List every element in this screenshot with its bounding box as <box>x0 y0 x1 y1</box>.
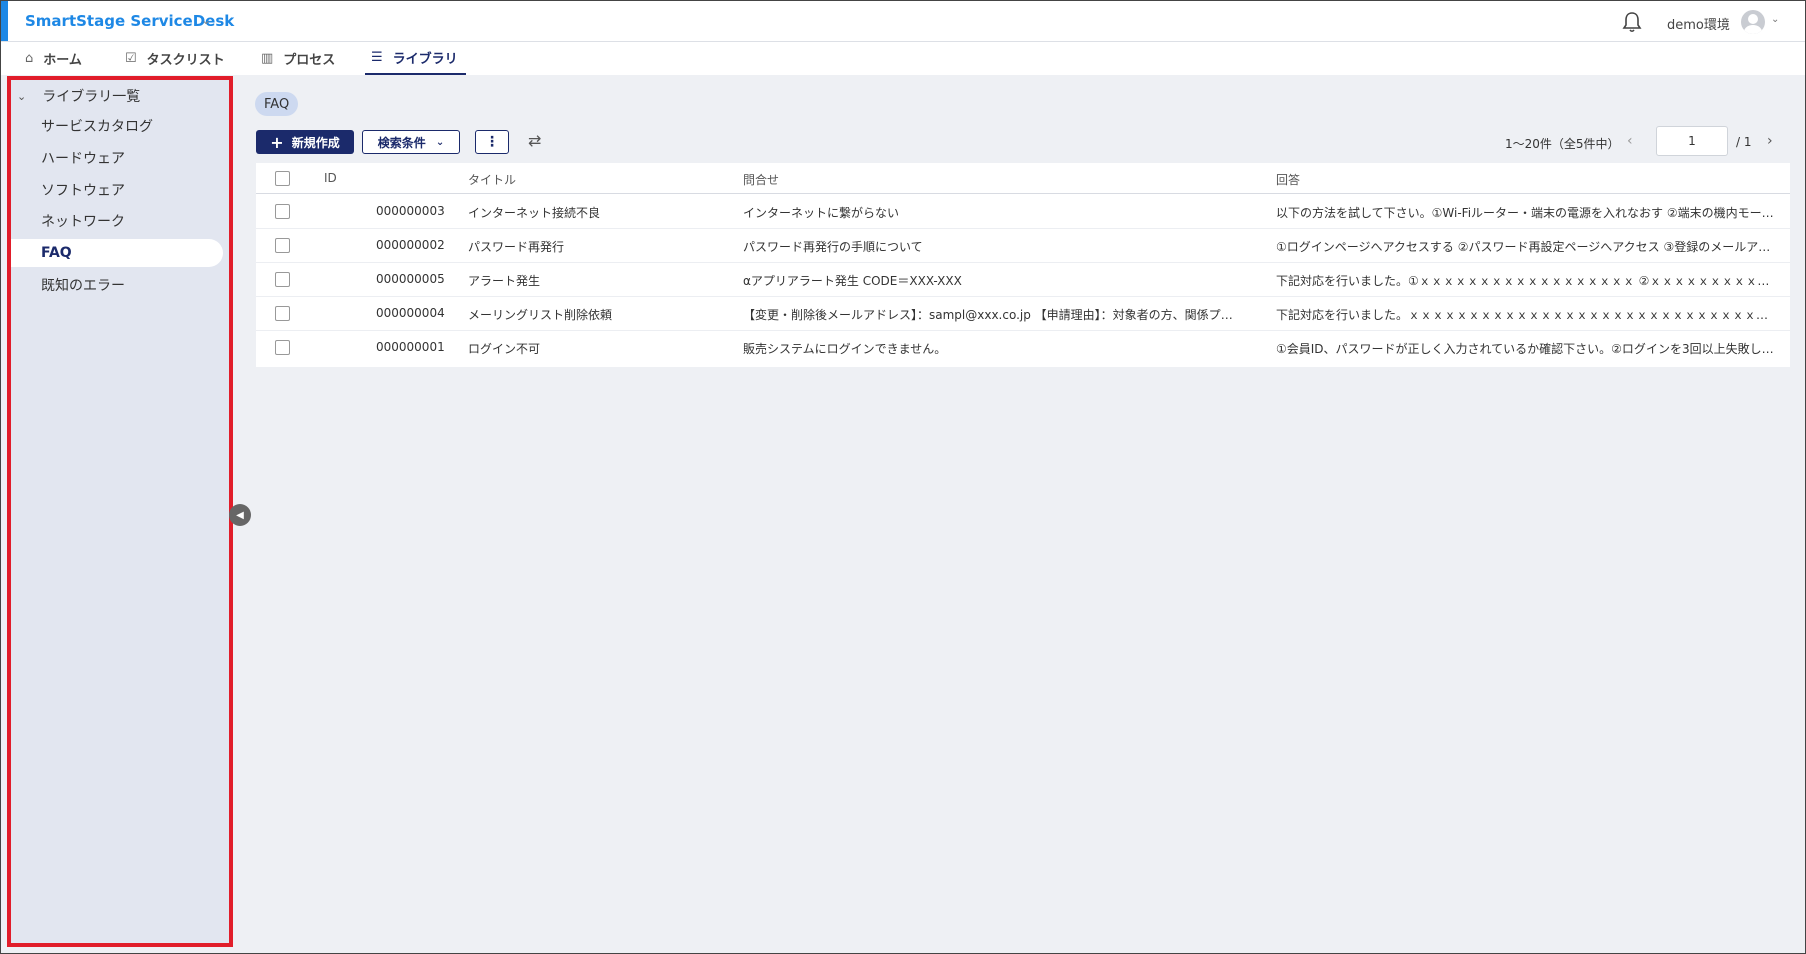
sidebar-root-label: ライブラリ一覧 <box>42 89 141 105</box>
row-inquiry: インターネットに繋がらない <box>743 206 900 220</box>
chevron-right-icon[interactable]: › <box>1767 133 1773 149</box>
table-row[interactable]: 000000003 インターネット接続不良 インターネットに繋がらない 以下の方… <box>256 194 1790 229</box>
app-header: SmartStage ServiceDesk ⌄ demo環境 ⌄ <box>1 1 1805 42</box>
column-header-title[interactable]: タイトル <box>468 171 516 188</box>
row-id: 000000001 <box>376 340 445 354</box>
row-checkbox[interactable] <box>275 238 290 253</box>
row-inquiry: αアプリアラート発生 CODE＝XXX-XXX <box>743 274 962 288</box>
chevron-down-icon[interactable]: ⌄ <box>1771 14 1779 25</box>
main-nav: ⌂ ホーム ☑ タスクリスト ▥ プロセス ☰ ライブラリ <box>1 42 1805 75</box>
avatar[interactable] <box>1741 10 1765 34</box>
sidebar-root[interactable]: ⌄ ライブラリ一覧 <box>17 86 140 106</box>
pager-total: / 1 <box>1736 135 1752 149</box>
building-icon: ▥ <box>261 50 274 66</box>
sidebar-item-faq[interactable]: FAQ <box>11 239 223 267</box>
pager-summary: 1〜20件（全5件中） <box>1505 137 1620 151</box>
row-id: 000000003 <box>376 204 445 218</box>
row-answer: ①ログインページへアクセスする ②パスワード再設定ページへアクセス ③登録のメー… <box>1276 240 1771 254</box>
row-inquiry: 販売システムにログインできません。 <box>743 342 947 356</box>
tab-label: タスクリスト <box>146 52 225 68</box>
bell-icon[interactable] <box>1622 11 1642 33</box>
tab-label: ライブラリ <box>392 52 458 67</box>
sidebar-item-network[interactable]: ネットワーク <box>11 207 223 235</box>
row-id: 000000002 <box>376 238 445 252</box>
table-row[interactable]: 000000001 ログイン不可 販売システムにログインできません。 ①会員ID… <box>256 330 1790 364</box>
row-title[interactable]: メーリングリスト削除依頼 <box>468 306 728 323</box>
library-sidebar: ⌄ ライブラリ一覧 サービスカタログ ハードウェア ソフトウェア ネットワーク … <box>7 76 233 947</box>
search-button-label: 検索条件 <box>377 135 426 150</box>
sidebar-item-hardware[interactable]: ハードウェア <box>11 144 223 172</box>
row-checkbox[interactable] <box>275 204 290 219</box>
row-answer: 以下の方法を試して下さい。①Wi-Fiルーター・端末の電源を入れなおす ②端末の… <box>1276 206 1776 220</box>
row-checkbox[interactable] <box>275 272 290 287</box>
tab-label: ホーム <box>43 52 82 68</box>
new-button[interactable]: + 新規作成 <box>256 130 354 154</box>
more-options-button[interactable]: ⋮ <box>475 130 509 154</box>
sidebar-item-software[interactable]: ソフトウェア <box>11 176 223 204</box>
chevron-down-icon: ⌄ <box>435 136 445 148</box>
environment-label: demo環境 <box>1667 18 1730 33</box>
chevron-left-icon[interactable]: ‹ <box>1627 133 1633 149</box>
table-row[interactable]: 000000004 メーリングリスト削除依頼 【変更・削除後メールアドレス】：s… <box>256 296 1790 331</box>
tab-tasklist[interactable]: ☑ タスクリスト <box>125 42 225 74</box>
row-inquiry: 【変更・削除後メールアドレス】：sampl@xxx.co.jp 【申請理由】：対… <box>743 308 1243 322</box>
row-id: 000000004 <box>376 306 445 320</box>
new-button-label: 新規作成 <box>291 135 340 150</box>
row-title[interactable]: アラート発生 <box>468 272 728 289</box>
row-answer: 下記対応を行いました。①ｘｘｘｘｘｘｘｘｘｘｘｘｘｘｘｘｘｘ ②ｘｘｘｘｘｘｘｘ… <box>1276 274 1770 288</box>
row-title[interactable]: インターネット接続不良 <box>468 204 728 221</box>
tab-home[interactable]: ⌂ ホーム <box>25 42 82 74</box>
row-id: 000000005 <box>376 272 445 286</box>
tab-library[interactable]: ☰ ライブラリ <box>365 42 466 75</box>
row-answer: ①会員ID、パスワードが正しく入力されているか確認下さい。②ログインを3回以上失… <box>1276 342 1774 356</box>
table-row[interactable]: 000000005 アラート発生 αアプリアラート発生 CODE＝XXX-XXX… <box>256 262 1790 297</box>
select-all-checkbox[interactable] <box>275 171 290 186</box>
row-answer: 下記対応を行いました。ｘｘｘｘｘｘｘｘｘｘｘｘｘｘｘｘｘｘｘｘｘｘｘｘｘｘｘｘｘ… <box>1276 308 1769 322</box>
brand-accent-bar <box>1 1 8 41</box>
page-number-input[interactable] <box>1656 126 1728 156</box>
search-conditions-button[interactable]: 検索条件 ⌄ <box>362 130 460 154</box>
swap-icon[interactable]: ⇄ <box>528 131 541 150</box>
row-inquiry: パスワード再発行の手順について <box>743 240 923 254</box>
column-header-answer[interactable]: 回答 <box>1276 171 1300 188</box>
row-checkbox[interactable] <box>275 306 290 321</box>
faq-table: ID タイトル 問合せ 回答 000000003 インターネット接続不良 インタ… <box>256 163 1790 367</box>
sidebar-item-known-errors[interactable]: 既知のエラー <box>11 271 223 299</box>
sidebar-item-service-catalog[interactable]: サービスカタログ <box>11 112 223 140</box>
chevron-down-icon: ⌄ <box>17 89 27 103</box>
collapse-sidebar-handle[interactable]: ◀ <box>229 504 251 526</box>
plus-icon: + <box>270 132 284 152</box>
row-title[interactable]: パスワード再発行 <box>468 238 728 255</box>
table-header: ID タイトル 問合せ 回答 <box>256 163 1790 194</box>
tab-label: プロセス <box>283 52 336 68</box>
column-header-inquiry[interactable]: 問合せ <box>743 171 779 188</box>
column-header-id[interactable]: ID <box>324 171 337 185</box>
category-chip: FAQ <box>255 92 299 116</box>
chevron-down-icon[interactable]: ⌄ <box>201 13 211 27</box>
tab-process[interactable]: ▥ プロセス <box>261 42 335 74</box>
home-icon: ⌂ <box>25 50 34 66</box>
row-checkbox[interactable] <box>275 340 290 355</box>
app-window: SmartStage ServiceDesk ⌄ demo環境 ⌄ ⌂ ホーム … <box>0 0 1806 954</box>
list-icon: ☰ <box>371 50 383 65</box>
checklist-icon: ☑ <box>125 50 137 66</box>
table-row[interactable]: 000000002 パスワード再発行 パスワード再発行の手順について ①ログイン… <box>256 228 1790 263</box>
row-title[interactable]: ログイン不可 <box>468 340 728 357</box>
